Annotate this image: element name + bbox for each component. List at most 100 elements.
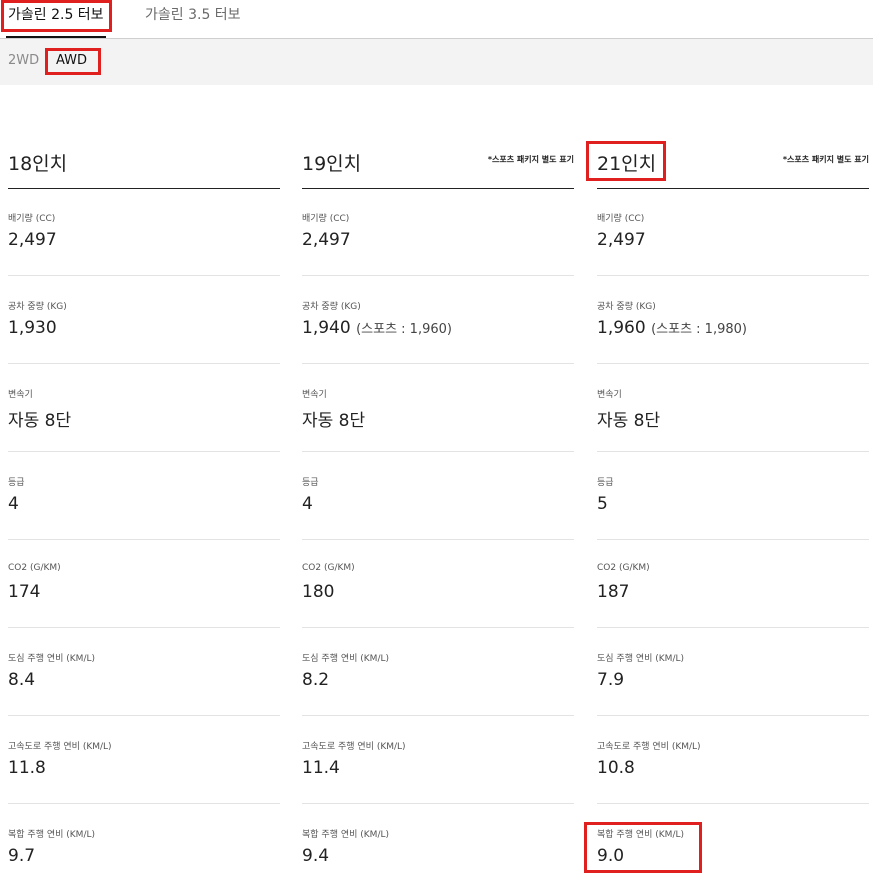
row-divider xyxy=(302,363,574,364)
spec-label: CO2 (G/KM) xyxy=(597,563,650,573)
row-divider xyxy=(302,627,574,628)
spec-value-main: 9.7 xyxy=(8,846,36,866)
title-divider xyxy=(597,188,869,189)
spec-label: 도심 주행 연비 (KM/L) xyxy=(302,654,389,664)
spec-label: 등급 xyxy=(597,478,614,488)
spec-value: 자동 8단 xyxy=(597,406,660,431)
spec-label: 변속기 xyxy=(597,390,622,400)
column-title: 18인치 xyxy=(8,153,68,175)
spec-value: 2,497 xyxy=(302,230,351,250)
row-divider xyxy=(8,715,280,716)
spec-value: 자동 8단 xyxy=(8,406,71,431)
spec-label: CO2 (G/KM) xyxy=(302,563,355,573)
row-divider xyxy=(302,539,574,540)
spec-label: 도심 주행 연비 (KM/L) xyxy=(8,654,95,664)
spec-label: 복합 주행 연비 (KM/L) xyxy=(302,830,389,840)
spec-value-main: 174 xyxy=(8,582,41,602)
spec-value: 자동 8단 xyxy=(302,406,365,431)
spec-value: 11.4 xyxy=(302,758,340,778)
spec-value-main: 8.2 xyxy=(302,670,330,690)
row-divider xyxy=(8,363,280,364)
row-divider xyxy=(8,275,280,276)
row-divider xyxy=(302,803,574,804)
spec-value-main: 1,930 xyxy=(8,318,57,338)
spec-label: 고속도로 주행 연비 (KM/L) xyxy=(302,742,406,752)
row-divider xyxy=(8,451,280,452)
spec-value: 4 xyxy=(8,494,19,514)
row-divider xyxy=(597,363,869,364)
row-divider xyxy=(8,627,280,628)
row-divider xyxy=(597,627,869,628)
spec-value-main: 1,960 xyxy=(597,318,646,338)
spec-column-19-inch: 19인치 *스포츠 패키지 별도 표기 배기량 (CC) 2,497 공차 중량 (… xyxy=(302,0,574,878)
spec-value-main: 7.9 xyxy=(597,670,625,690)
spec-value-main: 자동 8단 xyxy=(597,411,661,431)
spec-value-sports: (스포츠 : 1,980) xyxy=(651,322,747,337)
row-divider xyxy=(597,803,869,804)
spec-label: 등급 xyxy=(8,478,25,488)
spec-value: 10.8 xyxy=(597,758,635,778)
column-title: 21인치 xyxy=(597,153,657,175)
spec-label: 도심 주행 연비 (KM/L) xyxy=(597,654,684,664)
spec-value: 1,940 (스포츠 : 1,960) xyxy=(302,318,452,338)
spec-value: 5 xyxy=(597,494,608,514)
spec-label: 배기량 (CC) xyxy=(597,214,645,224)
spec-label: 고속도로 주행 연비 (KM/L) xyxy=(597,742,701,752)
spec-value: 187 xyxy=(597,582,629,602)
spec-value-sports: (스포츠 : 1,960) xyxy=(356,322,452,337)
spec-value-main: 5 xyxy=(597,494,608,514)
spec-label: 배기량 (CC) xyxy=(302,214,350,224)
spec-value-main: 180 xyxy=(302,582,335,602)
spec-value: 2,497 xyxy=(8,230,57,250)
spec-value-main: 4 xyxy=(8,494,19,514)
spec-value: 1,960 (스포츠 : 1,980) xyxy=(597,318,747,338)
title-divider xyxy=(8,188,280,189)
spec-value: 9.7 xyxy=(8,846,35,866)
spec-value-main: 8.4 xyxy=(8,670,36,690)
row-divider xyxy=(597,451,869,452)
spec-label: 변속기 xyxy=(8,390,33,400)
row-divider xyxy=(8,803,280,804)
spec-label: 공차 중량 (KG) xyxy=(8,302,67,312)
spec-label: 복합 주행 연비 (KM/L) xyxy=(8,830,95,840)
spec-value: 7.9 xyxy=(597,670,624,690)
spec-value-main: 2,497 xyxy=(597,230,646,250)
row-divider xyxy=(302,451,574,452)
spec-value-main: 11.4 xyxy=(302,758,340,778)
spec-value-main: 2,497 xyxy=(8,230,57,250)
title-divider xyxy=(302,188,574,189)
spec-value-main: 2,497 xyxy=(302,230,351,250)
spec-value: 2,497 xyxy=(597,230,646,250)
spec-column-18-inch: 18인치 배기량 (CC) 2,497 공차 중량 (KG) 1,930 변속기자동 8… xyxy=(8,0,280,878)
row-divider xyxy=(302,275,574,276)
spec-value: 9.4 xyxy=(302,846,329,866)
spec-label: 변속기 xyxy=(302,390,327,400)
spec-label: 공차 중량 (KG) xyxy=(597,302,656,312)
spec-value: 4 xyxy=(302,494,313,514)
spec-label: 등급 xyxy=(302,478,319,488)
spec-value: 8.2 xyxy=(302,670,329,690)
spec-value: 1,930 xyxy=(8,318,57,338)
spec-value: 9.0 xyxy=(597,846,624,866)
row-divider xyxy=(302,715,574,716)
spec-value-main: 187 xyxy=(597,582,630,602)
spec-value-main: 9.0 xyxy=(597,846,625,866)
spec-column-21-inch: 21인치 *스포츠 패키지 별도 표기 배기량 (CC) 2,497 공차 중량 (… xyxy=(597,0,869,878)
spec-value-main: 11.8 xyxy=(8,758,46,778)
spec-value-main: 자동 8단 xyxy=(302,411,366,431)
spec-value: 11.8 xyxy=(8,758,46,778)
spec-value: 180 xyxy=(302,582,334,602)
row-divider xyxy=(8,539,280,540)
spec-value: 8.4 xyxy=(8,670,35,690)
row-divider xyxy=(597,275,869,276)
sports-package-note: *스포츠 패키지 별도 표기 xyxy=(487,155,574,164)
column-title: 19인치 xyxy=(302,153,362,175)
spec-label: 공차 중량 (KG) xyxy=(302,302,361,312)
spec-label: CO2 (G/KM) xyxy=(8,563,61,573)
spec-label: 배기량 (CC) xyxy=(8,214,56,224)
spec-value-main: 9.4 xyxy=(302,846,330,866)
spec-value-main: 자동 8단 xyxy=(8,411,72,431)
spec-value-main: 10.8 xyxy=(597,758,635,778)
spec-value: 174 xyxy=(8,582,40,602)
sports-package-note: *스포츠 패키지 별도 표기 xyxy=(782,155,869,164)
